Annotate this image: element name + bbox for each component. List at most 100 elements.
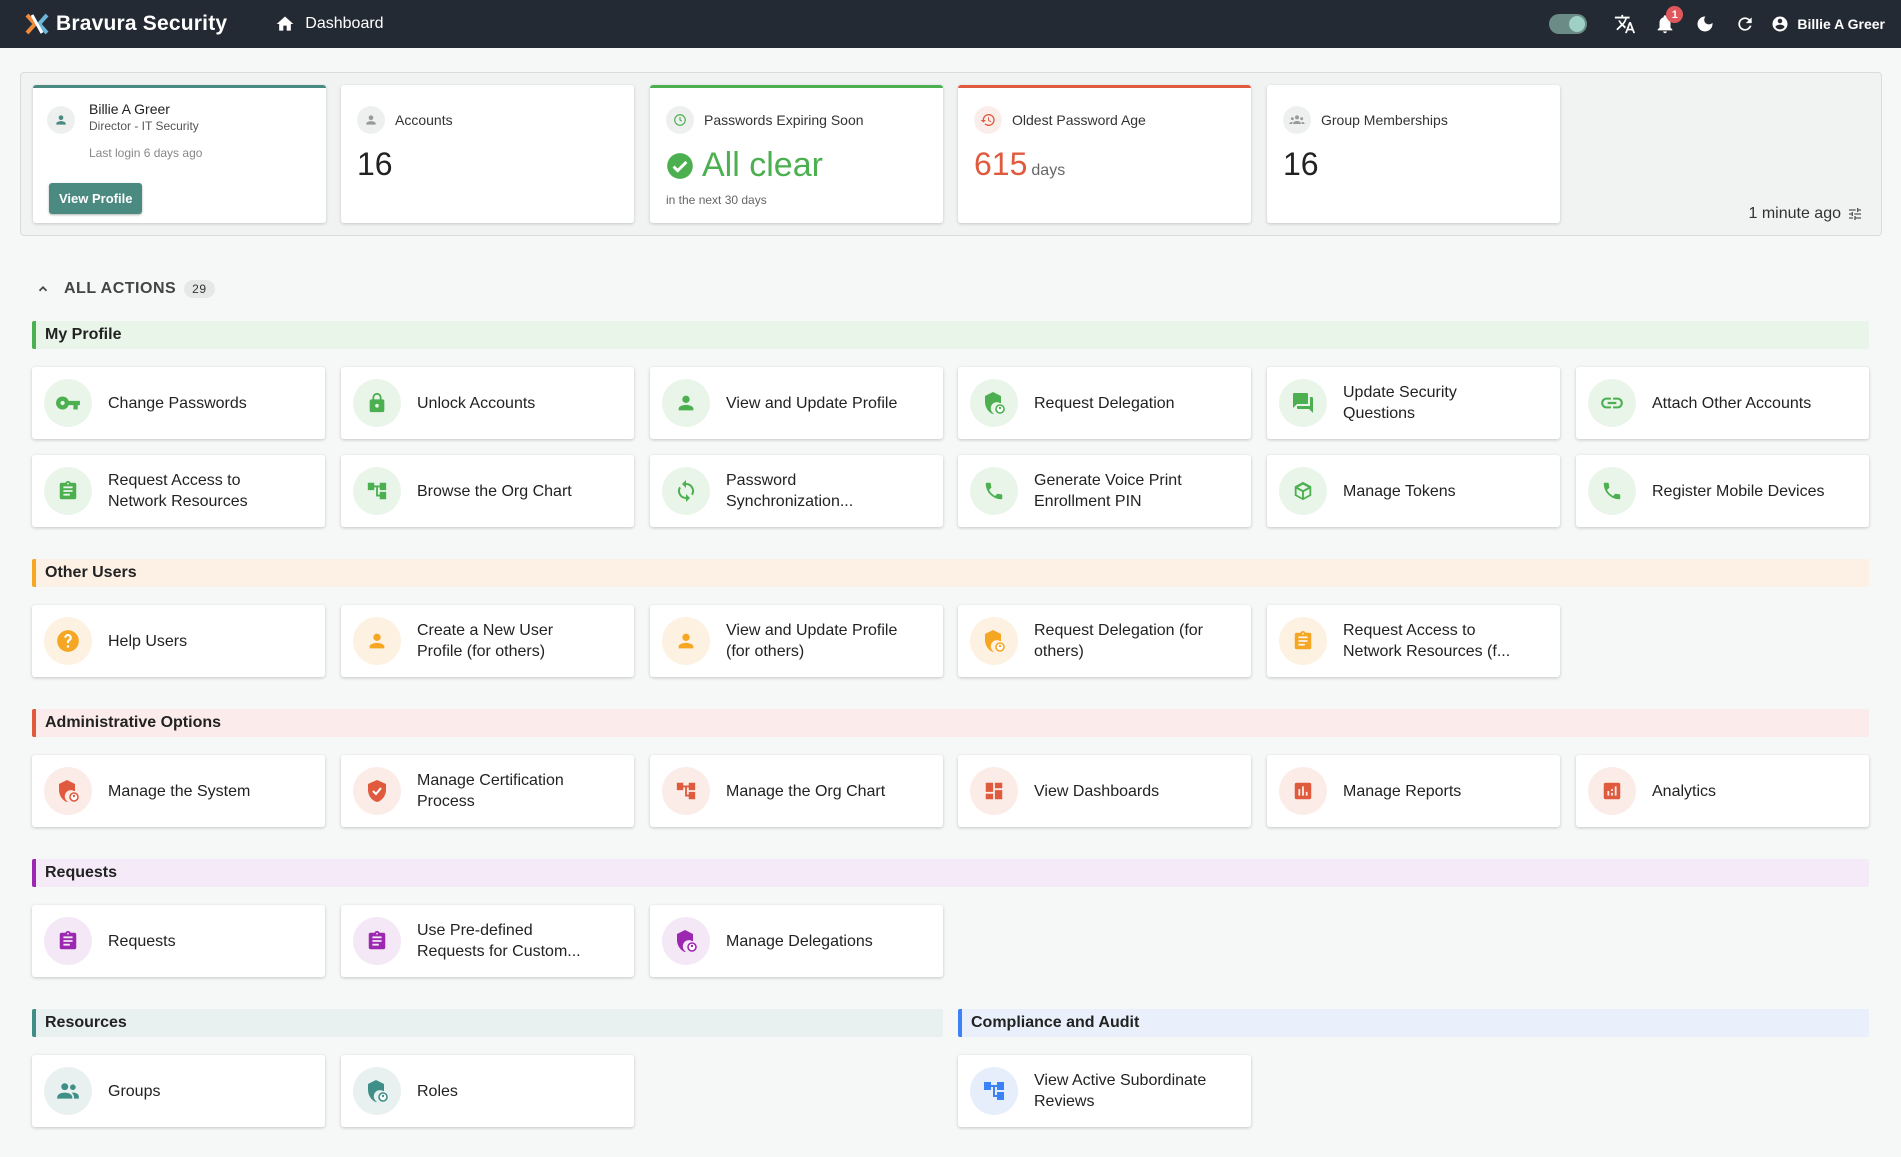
oldest-unit: days: [1031, 162, 1066, 179]
tile-label: View and Update Profile (for others): [726, 622, 898, 660]
person-icon: [678, 395, 694, 411]
user-name: Billie A Greer: [1797, 16, 1885, 32]
account-icon: [1772, 16, 1788, 32]
analytics-icon: [1603, 782, 1621, 800]
tile-label: Requests: [108, 932, 176, 950]
tile-help-users[interactable]: Help Users: [32, 605, 325, 677]
accounts-value: 16: [357, 146, 393, 182]
oldest-password-card[interactable]: Oldest Password Age 615 days: [958, 85, 1251, 223]
tile-view-update-profile-others[interactable]: View and Update Profile (for others): [650, 605, 943, 677]
all-actions-title: ALL ACTIONS: [64, 280, 177, 297]
all-actions-toggle[interactable]: ALL ACTIONS 29: [36, 280, 215, 298]
tile-manage-certification[interactable]: Manage Certification Process: [341, 755, 634, 827]
home-icon: [276, 16, 294, 31]
user-menu[interactable]: Billie A Greer: [1771, 15, 1885, 33]
tile-label: Analytics: [1652, 782, 1717, 800]
tile-label: Register Mobile Devices: [1652, 482, 1825, 500]
tile-password-sync[interactable]: Password Synchronization...: [650, 455, 943, 527]
brand[interactable]: Bravura Security: [24, 11, 227, 37]
tile-request-delegation[interactable]: Request Delegation: [958, 367, 1251, 439]
view-profile-button[interactable]: View Profile: [49, 183, 143, 214]
refresh-icon: [1738, 17, 1752, 31]
phone-icon: [985, 482, 1003, 500]
tile-label: Manage the Org Chart: [726, 782, 886, 800]
refresh-button[interactable]: [1725, 4, 1765, 44]
tile-manage-tokens[interactable]: Manage Tokens: [1267, 455, 1560, 527]
tile-label: Password Synchronization...: [726, 472, 854, 510]
nav-dashboard[interactable]: Dashboard: [275, 14, 384, 34]
profile-avatar: [47, 106, 75, 134]
theme-toggle[interactable]: [1549, 14, 1588, 34]
tile-label: Groups: [108, 1082, 161, 1100]
sync-icon: [677, 480, 695, 502]
tile-label: Help Users: [108, 632, 188, 650]
tile-manage-delegations[interactable]: Manage Delegations: [650, 905, 943, 977]
org-chart-icon: [676, 782, 696, 800]
tile-roles[interactable]: Roles: [341, 1055, 634, 1127]
tile-browse-org-chart[interactable]: Browse the Org Chart: [341, 455, 634, 527]
tile-request-access-network[interactable]: Request Access to Network Resources: [32, 455, 325, 527]
dark-mode-button[interactable]: [1685, 4, 1725, 44]
tile-predefined-requests[interactable]: Use Pre-defined Requests for Custom...: [341, 905, 634, 977]
section-title: My Profile: [45, 326, 122, 343]
accounts-label: Accounts: [395, 112, 453, 128]
accounts-card[interactable]: Accounts 16: [341, 85, 634, 223]
shield-person-icon: [985, 392, 1005, 414]
oldest-label: Oldest Password Age: [1012, 112, 1146, 128]
tile-label: Manage Delegations: [726, 932, 873, 950]
tile-label: Request Access to Network Resources: [108, 472, 248, 510]
tile-groups[interactable]: Groups: [32, 1055, 325, 1127]
shield-person-icon: [59, 780, 79, 802]
tile-create-user-profile[interactable]: Create a New User Profile (for others): [341, 605, 634, 677]
tile-label: Use Pre-defined Requests for Custom...: [417, 922, 581, 960]
link-icon: [1601, 397, 1623, 409]
translate-icon: [1615, 14, 1636, 34]
tile-label: Browse the Org Chart: [417, 482, 572, 500]
section-my-profile: My Profile: [32, 321, 1869, 349]
brand-name: Bravura Security: [56, 12, 228, 35]
tile-label: Unlock Accounts: [417, 394, 536, 412]
tile-unlock-accounts[interactable]: Unlock Accounts: [341, 367, 634, 439]
tile-subordinate-reviews[interactable]: View Active Subordinate Reviews: [958, 1055, 1251, 1127]
section-title: Requests: [45, 864, 118, 881]
tile-view-dashboards[interactable]: View Dashboards: [958, 755, 1251, 827]
tile-request-access-others[interactable]: Request Access to Network Resources (f..…: [1267, 605, 1560, 677]
expiring-value: All clear: [702, 146, 823, 184]
expiring-card[interactable]: Passwords Expiring Soon All clear in the…: [650, 85, 943, 223]
section-resources: Resources: [32, 1009, 943, 1037]
tile-change-passwords[interactable]: Change Passwords: [32, 367, 325, 439]
clipboard-icon: [1294, 630, 1312, 650]
tile-label: View and Update Profile: [726, 394, 898, 412]
org-chart-icon: [367, 482, 387, 500]
section-title: Compliance and Audit: [971, 1014, 1140, 1031]
section-title: Resources: [45, 1014, 127, 1031]
profile-role: Director - IT Security: [89, 119, 199, 133]
tile-label: Request Access to Network Resources (f..…: [1343, 622, 1511, 660]
notifications-button[interactable]: 1: [1645, 4, 1685, 44]
expiring-label: Passwords Expiring Soon: [704, 112, 864, 128]
tile-manage-reports[interactable]: Manage Reports: [1267, 755, 1560, 827]
tile-view-update-profile[interactable]: View and Update Profile: [650, 367, 943, 439]
tile-update-security-questions[interactable]: Update Security Questions: [1267, 367, 1560, 439]
tile-attach-other-accounts[interactable]: Attach Other Accounts: [1576, 367, 1869, 439]
tile-register-mobile[interactable]: Register Mobile Devices: [1576, 455, 1869, 527]
accounts-circle: [357, 106, 385, 134]
tile-label: Manage the System: [108, 782, 251, 800]
clock-icon: [674, 114, 686, 126]
last-updated[interactable]: 1 minute ago: [1748, 205, 1863, 223]
tile-request-delegation-others[interactable]: Request Delegation (for others): [958, 605, 1251, 677]
group-memberships-card[interactable]: Group Memberships 16: [1267, 85, 1560, 223]
top-bar: Bravura Security Dashboard 1 Billie A Gr…: [0, 0, 1901, 48]
tile-label: Manage Certification Process: [417, 772, 564, 810]
summary-panel: Billie A Greer Director - IT Security La…: [20, 72, 1882, 236]
translate-button[interactable]: [1605, 4, 1645, 44]
expiring-circle: [666, 106, 694, 134]
tile-manage-org-chart[interactable]: Manage the Org Chart: [650, 755, 943, 827]
tile-analytics[interactable]: Analytics: [1576, 755, 1869, 827]
shield-person-icon: [677, 930, 697, 952]
tile-manage-system[interactable]: Manage the System: [32, 755, 325, 827]
tile-requests[interactable]: Requests: [32, 905, 325, 977]
bravura-logo-icon: [25, 13, 49, 35]
tile-voice-print-pin[interactable]: Generate Voice Print Enrollment PIN: [958, 455, 1251, 527]
section-requests: Requests: [32, 859, 1869, 887]
